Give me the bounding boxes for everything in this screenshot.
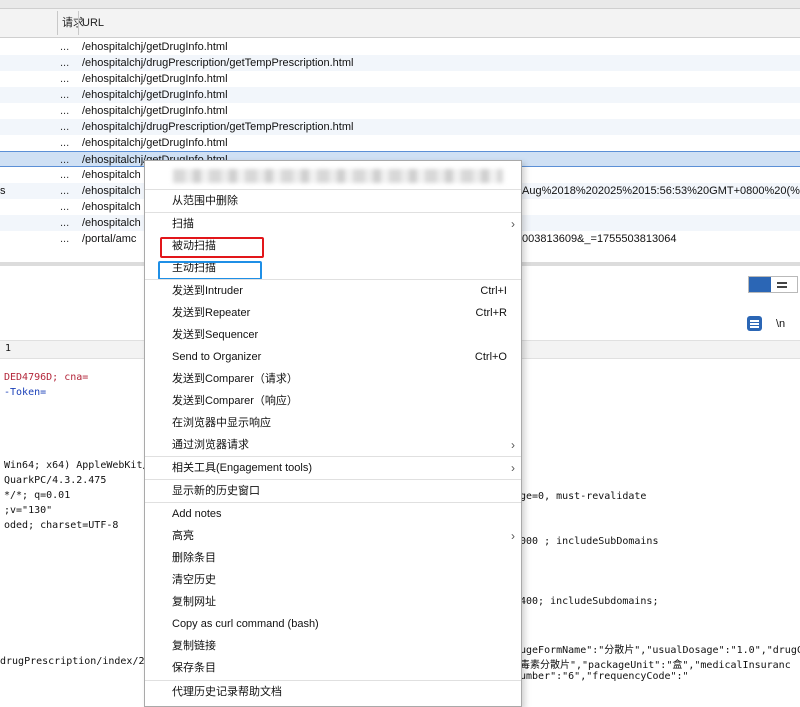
context-menu: 从范围中删除 扫描 › 被动扫描 主动扫描 发送到Intruder Ctrl+I… bbox=[144, 160, 522, 707]
window-top-strip bbox=[0, 0, 800, 9]
blue-highlight-box bbox=[158, 261, 262, 280]
menu-item-send-to-comparer-response[interactable]: 发送到Comparer（响应） bbox=[145, 390, 521, 412]
code-line: -Token= bbox=[4, 387, 47, 398]
menu-item-show-new-history-window[interactable]: 显示新的历史窗口 bbox=[145, 480, 521, 502]
row-url: /ehospitalchj/getDrugInfo.html bbox=[82, 137, 228, 149]
menu-item-delete-item[interactable]: 删除条目 bbox=[145, 547, 521, 569]
row-url: /portal/amc bbox=[82, 233, 137, 245]
row-url: /ehospitalch bbox=[82, 217, 141, 229]
row-dots: ... bbox=[60, 201, 70, 213]
code-line: 000 ; includeSubDomains bbox=[520, 536, 659, 547]
row-dots: ... bbox=[60, 154, 70, 166]
code-line: 毒素分散片","packageUnit":"盒","medicalInsuran… bbox=[520, 660, 791, 671]
row-params: 003813609&_=1755503813064 bbox=[522, 233, 677, 245]
menu-item-scan[interactable]: 扫描 › bbox=[145, 213, 521, 235]
code-line: */*; q=0.01 bbox=[4, 490, 71, 501]
menu-item-send-to-organizer[interactable]: Send to Organizer Ctrl+O bbox=[145, 346, 521, 368]
table-row[interactable]: ... /ehospitalchj/getDrugInfo.html bbox=[0, 87, 800, 103]
code-line: Win64; x64) AppleWebKit/ bbox=[4, 460, 149, 471]
line-number: 1 bbox=[5, 343, 12, 354]
menu-item-add-notes[interactable]: Add notes bbox=[145, 503, 521, 525]
menu-item-show-response-in-browser[interactable]: 在浏览器中显示响应 bbox=[145, 412, 521, 434]
row-url: /ehospitalchj/getDrugInfo.html bbox=[82, 41, 228, 53]
row-dots: ... bbox=[60, 169, 70, 181]
menu-item-copy-as-curl[interactable]: Copy as curl command (bash) bbox=[145, 613, 521, 635]
menu-item-copy-link[interactable]: 复制链接 bbox=[145, 635, 521, 657]
row-url: /ehospitalch bbox=[82, 201, 141, 213]
shortcut-label: Ctrl+I bbox=[480, 285, 507, 297]
menu-item-remove-from-scope[interactable]: 从范围中删除 bbox=[145, 190, 521, 212]
code-line: ge=0, must-revalidate bbox=[520, 491, 647, 502]
menu-item-engagement-tools[interactable]: 相关工具(Engagement tools) › bbox=[145, 457, 521, 479]
row-url: /ehospitalchj/getDrugInfo.html bbox=[82, 89, 228, 101]
newline-toggle[interactable]: \n bbox=[776, 318, 785, 330]
menu-item-highlight[interactable]: 高亮 › bbox=[145, 525, 521, 547]
row-url: /ehospitalch bbox=[82, 169, 141, 181]
column-separator[interactable] bbox=[57, 11, 58, 35]
row-dots: ... bbox=[60, 41, 70, 53]
row-url: /ehospitalchj/drugPrescription/getTempPr… bbox=[82, 57, 354, 69]
code-line: ;v="130" bbox=[4, 505, 53, 516]
row-left-char: s bbox=[0, 185, 6, 197]
table-row[interactable]: ... /ehospitalchj/getDrugInfo.html bbox=[0, 71, 800, 87]
menu-item-send-to-sequencer[interactable]: 发送到Sequencer bbox=[145, 324, 521, 346]
menu-item-send-to-repeater[interactable]: 发送到Repeater Ctrl+R bbox=[145, 302, 521, 324]
code-line: drugPrescription/index/2 bbox=[0, 656, 145, 667]
code-line: QuarkPC/4.3.2.475 bbox=[4, 475, 107, 486]
row-dots: ... bbox=[60, 137, 70, 149]
row-dots: ... bbox=[60, 89, 70, 101]
row-params: Aug%2018%202025%2015:56:53%20GMT+0800%20… bbox=[522, 185, 800, 197]
code-line: oded; charset=UTF-8 bbox=[4, 520, 119, 531]
table-row[interactable]: ... /ehospitalchj/getDrugInfo.html bbox=[0, 103, 800, 119]
code-line: DED4796D; cna= bbox=[4, 372, 89, 383]
chevron-right-icon: › bbox=[511, 461, 515, 475]
shortcut-label: Ctrl+R bbox=[475, 307, 507, 319]
column-separator[interactable] bbox=[78, 11, 79, 35]
row-dots: ... bbox=[60, 105, 70, 117]
menu-item-copy-url[interactable]: 复制网址 bbox=[145, 591, 521, 613]
row-dots: ... bbox=[60, 121, 70, 133]
row-dots: ... bbox=[60, 57, 70, 69]
code-line: 400; includeSubdomains; bbox=[520, 596, 659, 607]
code-line: umber":"6","frequencyCode":" bbox=[520, 671, 689, 682]
view-layout-toggle[interactable] bbox=[748, 276, 798, 293]
code-line: ugeFormName":"分散片","usualDosage":"1.0","… bbox=[520, 645, 800, 656]
shortcut-label: Ctrl+O bbox=[474, 351, 507, 363]
row-dots: ... bbox=[60, 233, 70, 245]
menu-item-save-item[interactable]: 保存条目 bbox=[145, 657, 521, 679]
split-view-icon[interactable] bbox=[749, 277, 771, 292]
menu-item-clear-history[interactable]: 清空历史 bbox=[145, 569, 521, 591]
row-url: /ehospitalchj/getDrugInfo.html bbox=[82, 105, 228, 117]
menu-item-request-in-browser[interactable]: 通过浏览器请求 › bbox=[145, 434, 521, 456]
table-row[interactable]: ... /ehospitalchj/getDrugInfo.html bbox=[0, 135, 800, 151]
row-dots: ... bbox=[60, 217, 70, 229]
row-dots: ... bbox=[60, 185, 70, 197]
red-highlight-box bbox=[160, 237, 264, 258]
row-dots: ... bbox=[60, 73, 70, 85]
chevron-right-icon: › bbox=[511, 529, 515, 543]
menu-item-send-to-comparer-request[interactable]: 发送到Comparer（请求） bbox=[145, 368, 521, 390]
chevron-right-icon: › bbox=[511, 217, 515, 231]
table-header: 请求 URL bbox=[0, 9, 800, 38]
table-row[interactable]: ... /ehospitalchj/drugPrescription/getTe… bbox=[0, 55, 800, 71]
redacted-menu-item[interactable] bbox=[173, 169, 503, 183]
table-row[interactable]: ... /ehospitalchj/drugPrescription/getTe… bbox=[0, 119, 800, 135]
row-url: /ehospitalch bbox=[82, 185, 141, 197]
chevron-right-icon: › bbox=[511, 438, 515, 452]
table-row[interactable]: ... /ehospitalchj/getDrugInfo.html bbox=[0, 39, 800, 55]
row-url: /ehospitalchj/drugPrescription/getTempPr… bbox=[82, 121, 354, 133]
menu-item-send-to-intruder[interactable]: 发送到Intruder Ctrl+I bbox=[145, 280, 521, 302]
menu-item-proxy-history-help[interactable]: 代理历史记录帮助文档 bbox=[145, 681, 521, 703]
column-header-url[interactable]: URL bbox=[82, 9, 104, 37]
list-view-icon[interactable] bbox=[777, 282, 787, 284]
column-header-method[interactable]: 请求 bbox=[62, 9, 84, 37]
pretty-print-icon[interactable] bbox=[747, 316, 762, 331]
row-url: /ehospitalchj/getDrugInfo.html bbox=[82, 73, 228, 85]
